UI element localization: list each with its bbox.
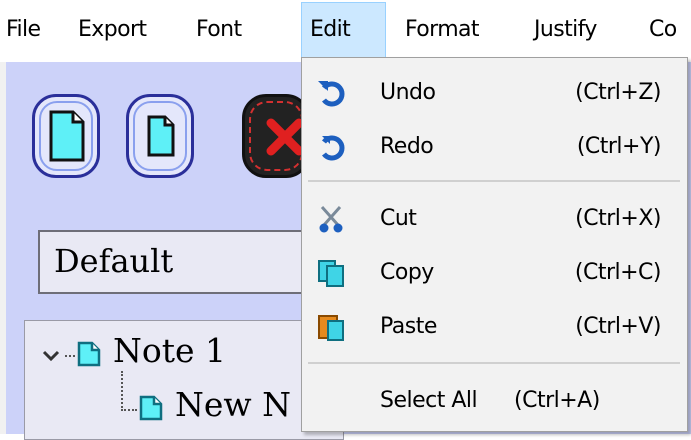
menu-item-label: Redo	[380, 134, 434, 159]
tree-node-new-note[interactable]: New N	[175, 385, 291, 424]
delete-button[interactable]	[242, 94, 310, 178]
menu-file[interactable]: File	[6, 0, 41, 62]
menu-item-label: Cut	[380, 206, 417, 231]
scissors-icon	[319, 206, 343, 233]
chevron-down-icon[interactable]	[41, 349, 61, 363]
font-select[interactable]: Default	[38, 230, 338, 294]
menu-separator	[308, 362, 680, 364]
note-tree[interactable]: Note 1 New N	[24, 320, 344, 440]
menu-item-paste[interactable]: Paste (Ctrl+V)	[302, 300, 687, 354]
new-child-document-icon	[147, 115, 175, 157]
tree-node-note-1[interactable]: Note 1	[113, 331, 226, 370]
menu-item-redo[interactable]: Redo (Ctrl+Y)	[302, 120, 687, 174]
menu-export[interactable]: Export	[78, 0, 147, 62]
copy-icon	[318, 260, 344, 287]
menu-edit[interactable]: Edit	[301, 2, 386, 60]
menu-bar: File Export Font Edit Format Justify Co	[0, 0, 691, 62]
menu-item-shortcut: (Ctrl+X)	[575, 206, 661, 231]
menu-item-label: Copy	[380, 260, 434, 285]
menu-justify[interactable]: Justify	[534, 0, 597, 62]
new-document-icon	[49, 110, 85, 162]
new-document-button[interactable]	[32, 94, 100, 178]
menu-item-shortcut: (Ctrl+Z)	[575, 80, 661, 105]
menu-item-shortcut: (Ctrl+V)	[575, 314, 661, 339]
menu-item-select-all[interactable]: Select All (Ctrl+A)	[302, 374, 687, 428]
menu-item-shortcut: (Ctrl+C)	[574, 260, 662, 285]
paste-icon	[318, 315, 344, 341]
menu-item-shortcut: (Ctrl+Y)	[576, 134, 662, 159]
edit-menu-dropdown: Undo (Ctrl+Z) Redo (Ctrl+Y) Cut (Ctrl+X)…	[301, 57, 688, 432]
menu-item-label: Select All	[380, 388, 478, 413]
note-icon	[139, 395, 163, 421]
undo-icon	[318, 81, 345, 107]
new-child-document-button[interactable]	[126, 94, 194, 178]
menu-item-cut[interactable]: Cut (Ctrl+X)	[302, 192, 687, 246]
menu-item-undo[interactable]: Undo (Ctrl+Z)	[302, 66, 687, 120]
menu-co[interactable]: Co	[649, 0, 677, 62]
menu-item-label: Undo	[380, 80, 436, 105]
menu-format[interactable]: Format	[405, 0, 480, 62]
menu-item-shortcut: (Ctrl+A)	[514, 388, 600, 413]
delete-icon	[266, 118, 304, 156]
menu-separator	[308, 180, 680, 182]
menu-item-label: Paste	[380, 314, 437, 339]
note-icon	[77, 341, 101, 367]
redo-icon	[322, 135, 345, 161]
menu-font[interactable]: Font	[196, 0, 242, 62]
menu-item-copy[interactable]: Copy (Ctrl+C)	[302, 246, 687, 300]
